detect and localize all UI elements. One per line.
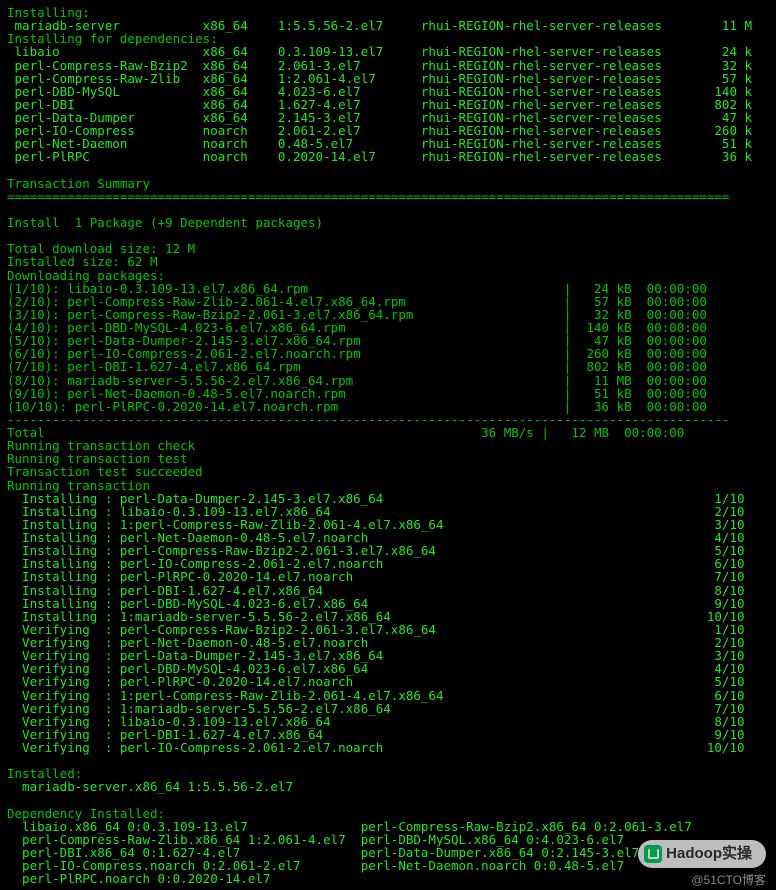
terminal-output: Installing: mariadb-server x86_64 1:5.5.…: [0, 0, 776, 890]
wechat-watermark: Hadoop实操: [638, 840, 766, 868]
wechat-icon: [644, 845, 662, 863]
terminal-screenshot: Installing: mariadb-server x86_64 1:5.5.…: [0, 0, 776, 890]
watermark-text: Hadoop实操: [666, 845, 752, 862]
cto-watermark: @51CTO博客: [691, 874, 766, 887]
